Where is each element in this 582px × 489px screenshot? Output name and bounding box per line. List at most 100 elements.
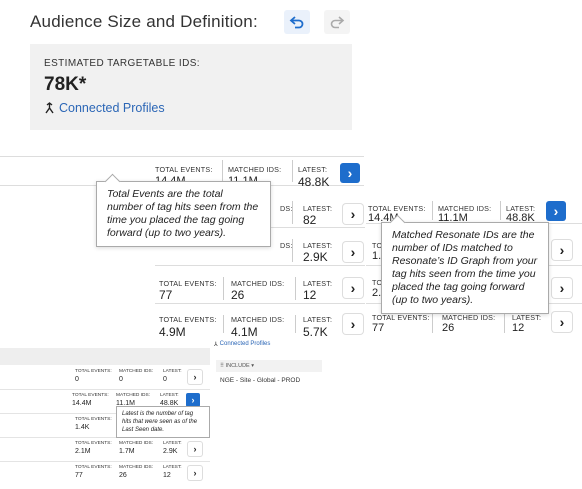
latest-value: 12 <box>163 472 171 479</box>
expand-arrow-button[interactable]: › <box>343 242 363 262</box>
connected-profiles-icon <box>45 102 54 114</box>
latest-label: LATEST: <box>298 165 328 174</box>
matched-ids-label: MATCHED IDS: <box>119 465 154 470</box>
latest-value: 82 <box>303 213 317 227</box>
latest-label: LATEST: <box>512 313 542 322</box>
matched-ids-label: MATCHED IDS: <box>116 393 151 398</box>
total-events-value: 77 <box>372 322 385 334</box>
latest-value: 2.9K <box>303 250 328 264</box>
chevron-right-icon: › <box>193 372 197 382</box>
matched-ids-label: MATCHED IDS: <box>231 279 285 288</box>
small-connected-profiles-link[interactable]: ⅄ Connected Profiles <box>214 338 324 350</box>
undo-button[interactable] <box>284 10 310 34</box>
expand-arrow-button[interactable]: › <box>188 466 202 480</box>
expand-arrow-button[interactable]: › <box>343 204 363 224</box>
matched-ids-value: 1.7M <box>119 448 135 455</box>
expand-arrow-button[interactable]: › <box>188 370 202 384</box>
latest-value: 2.9K <box>163 448 178 455</box>
table-row: TOTAL EVENTS: 4.9M MATCHED IDS: 4.1M LATES… <box>155 312 365 336</box>
latest-label: LATEST: <box>160 393 179 398</box>
expand-arrow-button[interactable]: › <box>186 393 200 407</box>
chevron-right-icon: › <box>559 242 565 258</box>
chevron-right-icon: › <box>350 280 356 296</box>
latest-value: 5.7K <box>303 325 328 336</box>
total-events-label: TOTAL EVENTS: <box>72 393 109 398</box>
total-events-value: 4.9M <box>159 325 186 336</box>
drag-handle-icon: ⠿ <box>220 363 225 369</box>
expand-arrow-button[interactable]: › <box>552 312 572 332</box>
connected-profiles-label: Connected Profiles <box>59 101 165 115</box>
latest-label: LATEST: <box>163 441 182 446</box>
latest-tooltip: Latest is the number of tag hits that we… <box>116 406 210 438</box>
matched-ids-value: 26 <box>231 288 245 302</box>
total-events-value: 1.4K <box>75 424 90 431</box>
page-title: Audience Size and Definition: <box>30 12 258 31</box>
total-events-label: TOTAL EVENTS: <box>75 465 112 470</box>
chevron-right-icon: › <box>347 165 353 181</box>
chevron-right-icon: › <box>193 468 197 478</box>
table-row: TOTAL EVENTS: 2.1M MATCHED IDS: 1.7M LAT… <box>0 438 210 462</box>
total-events-value: 1. <box>372 250 382 262</box>
small-header-bar <box>0 348 210 365</box>
latest-value: 0 <box>163 376 167 383</box>
matched-ids-label: MATCHED IDS: <box>119 441 154 446</box>
total-events-value: 14.4M <box>72 400 92 407</box>
redo-button[interactable] <box>324 10 350 34</box>
redo-icon <box>330 16 345 29</box>
matched-ids-tooltip: Matched Resonate IDs are the number of I… <box>381 222 549 314</box>
include-label: INCLUDE ▾ <box>225 363 254 369</box>
total-events-tooltip: Total Events are the total number of tag… <box>96 181 271 247</box>
table-row: TOTAL EVENTS: 0 MATCHED IDS: 0 LATEST: 0… <box>0 366 210 390</box>
matched-ids-label: MATCHED IDS: <box>231 315 285 324</box>
matched-ids-value: 26 <box>442 322 455 334</box>
latest-label: LATEST: <box>303 315 333 324</box>
expand-arrow-button[interactable]: › <box>343 314 363 334</box>
chevron-right-icon: › <box>350 206 356 222</box>
latest-label: LATEST: <box>163 465 182 470</box>
matched-ids-value: 26 <box>119 472 127 479</box>
expand-arrow-button[interactable]: › <box>546 201 566 221</box>
matched-ids-label: MATCHED IDS: <box>119 369 154 374</box>
expand-arrow-button[interactable]: › <box>552 240 572 260</box>
chevron-right-icon: › <box>350 244 356 260</box>
total-events-value: 0 <box>75 376 79 383</box>
matched-ids-value: 4.1M <box>231 325 258 336</box>
chevron-right-icon: › <box>350 316 356 332</box>
connected-profiles-link[interactable]: Connected Profiles <box>44 101 165 115</box>
total-events-label: TOTAL EVENTS: <box>372 313 430 322</box>
matched-ids-label: MATCHED IDS: <box>228 165 282 174</box>
total-events-label: TOTAL EVENTS: <box>75 441 112 446</box>
total-events-label: TOTAL EVENTS: <box>159 315 217 324</box>
total-events-value: 2.1M <box>75 448 91 455</box>
total-events-label: TOTAL EVENTS: <box>75 369 112 374</box>
estimate-panel: ESTIMATED TARGETABLE IDS: 78K* Connected… <box>30 44 352 130</box>
small-connected-profiles-label: Connected Profiles <box>219 341 271 347</box>
table-row: TOTAL EVENTS: 77 MATCHED IDS: 26 LATEST:… <box>0 462 210 486</box>
expand-arrow-button[interactable]: › <box>188 442 202 456</box>
undo-icon <box>289 16 304 29</box>
expand-arrow-button[interactable]: › <box>552 278 572 298</box>
chevron-right-icon: › <box>191 395 195 405</box>
total-events-value: 2. <box>372 287 382 299</box>
latest-label: LATEST: <box>303 279 333 288</box>
latest-value: 12 <box>512 322 525 334</box>
include-dropdown[interactable]: ⠿ INCLUDE ▾ <box>216 360 322 372</box>
total-events-label: TOTAL EVENTS: <box>155 165 213 174</box>
total-events-value: 77 <box>75 472 83 479</box>
expand-arrow-button[interactable]: › <box>340 163 360 183</box>
total-events-value: 77 <box>159 288 173 302</box>
chevron-right-icon: › <box>193 444 197 454</box>
latest-label: LATEST: <box>303 204 333 213</box>
latest-label: LATEST: <box>163 369 182 374</box>
matched-ids-label: MATCHED IDS: <box>442 313 496 322</box>
estimate-label: ESTIMATED TARGETABLE IDS: <box>44 58 200 69</box>
table-row: TOTAL EVENTS: 77 MATCHED IDS: 26 LATEST: 12… <box>155 274 365 304</box>
total-events-label: TOTAL EVENTS: <box>159 279 217 288</box>
total-events-label: TOTAL EVENTS: <box>75 417 112 422</box>
chevron-right-icon: › <box>559 280 565 296</box>
chevron-right-icon: › <box>559 314 565 330</box>
segment-name: NGE - Site - Global - PROD <box>220 377 301 384</box>
expand-arrow-button[interactable]: › <box>343 278 363 298</box>
latest-value: 48.8K <box>298 175 330 189</box>
matched-ids-value: 0 <box>119 376 123 383</box>
